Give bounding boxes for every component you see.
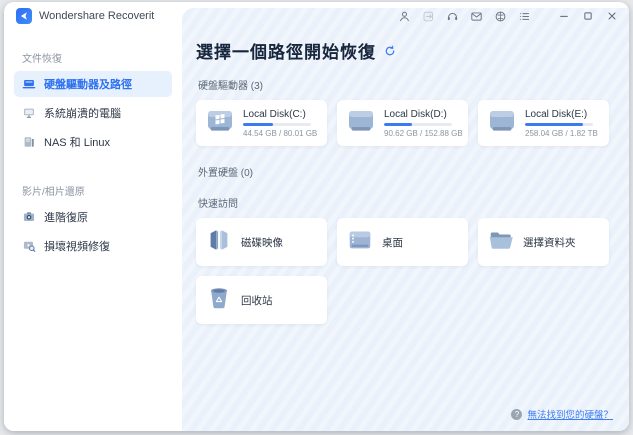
crashed-computer-icon <box>22 106 36 120</box>
minimize-icon[interactable] <box>556 9 571 24</box>
sidebar-item-advanced-recovery[interactable]: 進階復原 <box>14 204 172 230</box>
drive-usage-fill <box>525 123 583 126</box>
quick-access-section-label: 快速訪問 <box>198 195 611 210</box>
quick-card-label: 回收站 <box>241 293 273 308</box>
globe-icon[interactable] <box>493 9 508 24</box>
choose-folder-icon <box>487 227 515 258</box>
quick-access-list: 磁碟映像 桌面 選擇資料夾 <box>196 218 619 324</box>
page-title: 選擇一個路徑開始恢復 <box>196 38 376 63</box>
sidebar-item-nas-linux[interactable]: NAS 和 Linux <box>14 129 172 155</box>
mail-icon[interactable] <box>469 9 484 24</box>
hard-drives-list: Local Disk(C:) 44.54 GB / 80.01 GB Local… <box>196 100 619 146</box>
camera-icon <box>22 210 36 224</box>
sidebar-item-label: 損壞視頻修復 <box>44 238 110 254</box>
main-panel: 選擇一個路徑開始恢復 硬盤驅動器 (3) Local Disk(C:) 44.5… <box>182 8 629 431</box>
sidebar-item-label: 系統崩潰的電腦 <box>44 105 121 121</box>
quick-card-recycle-bin[interactable]: 回收站 <box>196 276 327 324</box>
quick-card-desktop[interactable]: 桌面 <box>337 218 468 266</box>
drive-card-c[interactable]: Local Disk(C:) 44.54 GB / 80.01 GB <box>196 100 327 146</box>
sidebar-item-label: 進階復原 <box>44 209 88 225</box>
sidebar-section-file-recovery: 文件恢復 <box>22 50 164 65</box>
support-headset-icon[interactable] <box>445 9 460 24</box>
drive-size: 90.62 GB / 152.88 GB <box>384 129 462 138</box>
menu-list-icon[interactable] <box>517 9 532 24</box>
drive-card-d[interactable]: Local Disk(D:) 90.62 GB / 152.88 GB <box>337 100 468 146</box>
cant-find-drive-link-text[interactable]: 無法找到您的硬盤？ <box>527 407 613 421</box>
desktop-icon <box>346 227 374 258</box>
sidebar: 文件恢復 硬盤驅動器及路徑 系統崩潰的電腦 NAS 和 Linux 影片/相片還… <box>4 30 182 431</box>
app-title: Wondershare Recoverit <box>39 10 154 22</box>
drive-size: 258.04 GB / 1.82 TB <box>525 129 598 138</box>
sidebar-item-label: 硬盤驅動器及路徑 <box>44 76 132 92</box>
recycle-bin-icon <box>205 285 233 316</box>
sidebar-item-hard-drives[interactable]: 硬盤驅動器及路徑 <box>14 71 172 97</box>
sidebar-item-label: NAS 和 Linux <box>44 134 110 150</box>
cant-find-drive-link[interactable]: ? 無法找到您的硬盤？ <box>511 407 613 421</box>
drive-usage-fill <box>384 123 412 126</box>
title-bar: Wondershare Recoverit <box>4 2 629 30</box>
hard-drive-icon <box>22 77 36 91</box>
drive-size: 44.54 GB / 80.01 GB <box>243 129 317 138</box>
disk-image-icon <box>205 227 233 258</box>
titlebar-actions <box>397 9 619 24</box>
quick-card-choose-folder[interactable]: 選擇資料夾 <box>478 218 609 266</box>
drive-name: Local Disk(C:) <box>243 109 317 120</box>
close-icon[interactable] <box>604 9 619 24</box>
drive-usage-fill <box>243 123 273 126</box>
logo-area: Wondershare Recoverit <box>16 8 154 24</box>
external-drives-section-label: 外置硬盤 (0) <box>198 164 611 179</box>
quick-card-label: 磁碟映像 <box>241 235 283 250</box>
sidebar-section-photo-video: 影片/相片還原 <box>22 183 164 198</box>
drive-name: Local Disk(E:) <box>525 109 598 120</box>
drive-usage-bar <box>384 123 452 126</box>
app-window: Wondershare Recoverit <box>4 2 629 431</box>
quick-card-label: 桌面 <box>382 235 403 250</box>
app-logo-icon <box>16 8 32 24</box>
sidebar-item-video-repair[interactable]: 損壞視頻修復 <box>14 233 172 259</box>
refresh-icon[interactable] <box>384 45 396 57</box>
help-icon: ? <box>511 409 522 420</box>
disk-drive-icon <box>205 109 235 138</box>
import-icon[interactable] <box>421 9 436 24</box>
maximize-icon[interactable] <box>580 9 595 24</box>
video-repair-icon <box>22 239 36 253</box>
drive-usage-bar <box>243 123 311 126</box>
hard-drives-section-label: 硬盤驅動器 (3) <box>198 77 611 92</box>
drive-name: Local Disk(D:) <box>384 109 462 120</box>
quick-card-disk-image[interactable]: 磁碟映像 <box>196 218 327 266</box>
drive-usage-bar <box>525 123 593 126</box>
account-icon[interactable] <box>397 9 412 24</box>
quick-card-label: 選擇資料夾 <box>523 235 576 250</box>
nas-icon <box>22 135 36 149</box>
sidebar-item-crashed-computer[interactable]: 系統崩潰的電腦 <box>14 100 172 126</box>
drive-card-e[interactable]: Local Disk(E:) 258.04 GB / 1.82 TB <box>478 100 609 146</box>
disk-drive-icon <box>487 109 517 138</box>
disk-drive-icon <box>346 109 376 138</box>
